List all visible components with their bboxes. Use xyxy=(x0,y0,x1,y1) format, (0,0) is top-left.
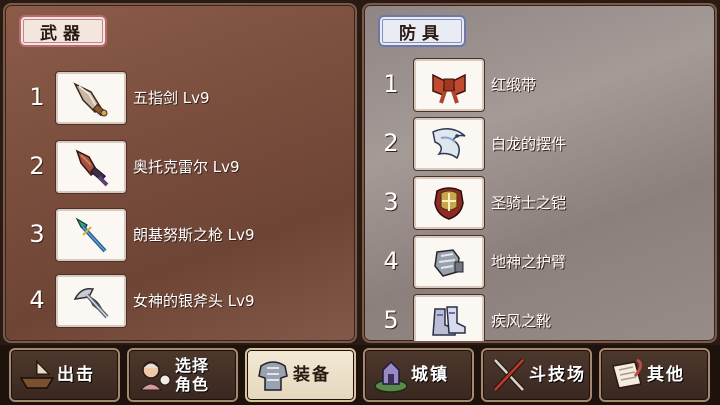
nav-select-character-label: 选择 角色 xyxy=(175,356,209,394)
weapon-name: 五指剑 Lv9 xyxy=(133,89,210,107)
armor-panel: 防具 1 红缎带 2 白龙的摆件 3 圣骑士之铠 4 地神之护臂 5 疾风之靴 xyxy=(362,3,717,343)
nav-select-line2: 角色 xyxy=(175,375,210,394)
crossed-swords-icon xyxy=(489,355,529,395)
armor-title: 防具 xyxy=(378,15,466,47)
red-ribbon-icon xyxy=(432,73,466,104)
silver-axe-icon xyxy=(73,287,109,319)
nav-other-button[interactable]: 其他 xyxy=(599,348,710,402)
weapons-title: 武器 xyxy=(19,15,107,47)
scroll-quill-icon xyxy=(607,355,647,395)
armor-row-5[interactable]: 5 疾风之靴 xyxy=(364,293,715,341)
weapon-slot-number: 3 xyxy=(29,220,45,248)
nav-arena-button[interactable]: 斗技场 xyxy=(481,348,592,402)
weapon-slot-number: 2 xyxy=(29,152,45,180)
weapon-row-4[interactable]: 4 女神的银斧头 Lv9 xyxy=(5,273,355,329)
armor-slot-number: 1 xyxy=(383,70,399,98)
armor-row-3[interactable]: 3 圣骑士之铠 xyxy=(364,175,715,231)
weapon-name: 女神的银斧头 Lv9 xyxy=(133,292,255,310)
armor-name: 疾风之靴 xyxy=(491,312,552,330)
nav-select-character-button[interactable]: 选择 角色 xyxy=(127,348,238,402)
armor-slot-number: 5 xyxy=(383,306,399,334)
armor-slot-number: 3 xyxy=(383,188,399,216)
nav-select-line1: 选择 xyxy=(175,356,210,375)
weapons-panel: 武器 1 五指剑 Lv9 2 奥托克雷尔 Lv9 3 朗基努斯之枪 Lv9 4 … xyxy=(3,3,357,343)
armor-slot-number: 2 xyxy=(383,129,399,157)
nav-equipment-button[interactable]: 装备 xyxy=(245,348,356,402)
armor-icon-box[interactable] xyxy=(414,177,484,229)
armor-icon-box[interactable] xyxy=(414,295,484,341)
bottom-nav: 出击 选择 角色 装备 城镇 斗技场 其他 xyxy=(0,345,720,405)
weapon-row-2[interactable]: 2 奥托克雷尔 Lv9 xyxy=(5,139,355,195)
gauntlet-icon xyxy=(434,249,464,277)
town-icon xyxy=(371,355,411,395)
weapon-slot-number: 1 xyxy=(29,83,45,111)
weapon-name: 奥托克雷尔 Lv9 xyxy=(133,158,240,176)
dagger-icon xyxy=(73,82,108,117)
nav-town-button[interactable]: 城镇 xyxy=(363,348,474,402)
nav-town-label: 城镇 xyxy=(411,364,449,385)
nav-sortie-button[interactable]: 出击 xyxy=(9,348,120,402)
nav-other-label: 其他 xyxy=(647,364,685,385)
armor-icon-box[interactable] xyxy=(414,236,484,288)
weapon-icon-box[interactable] xyxy=(56,275,126,327)
nav-arena-label: 斗技场 xyxy=(529,364,586,385)
armor-name: 白龙的摆件 xyxy=(491,135,567,153)
armor-slot-number: 4 xyxy=(383,247,399,275)
armor-row-1[interactable]: 1 红缎带 xyxy=(364,57,715,113)
weapon-icon-box[interactable] xyxy=(56,141,126,193)
weapon-icon-box[interactable] xyxy=(56,72,126,124)
armor-icon-box[interactable] xyxy=(414,59,484,111)
armor-icon-box[interactable] xyxy=(414,118,484,170)
weapon-row-3[interactable]: 3 朗基努斯之枪 Lv9 xyxy=(5,207,355,263)
character-icon xyxy=(135,355,175,395)
ship-icon xyxy=(17,355,57,395)
armor-row-2[interactable]: 2 白龙的摆件 xyxy=(364,116,715,172)
weapon-row-1[interactable]: 1 五指剑 Lv9 xyxy=(5,70,355,126)
armor-name: 地神之护臂 xyxy=(491,253,567,271)
armor-row-4[interactable]: 4 地神之护臂 xyxy=(364,234,715,290)
boots-icon xyxy=(432,306,466,336)
spear-icon xyxy=(75,217,107,253)
nav-sortie-label: 出击 xyxy=(57,364,95,385)
weapon-name: 朗基努斯之枪 Lv9 xyxy=(133,226,255,244)
weapon-slot-number: 4 xyxy=(29,286,45,314)
paladin-armor-icon xyxy=(434,187,464,220)
armor-icon xyxy=(253,355,293,395)
armor-name: 红缎带 xyxy=(491,76,537,94)
white-dragon-icon xyxy=(432,128,466,160)
armor-name: 圣骑士之铠 xyxy=(491,194,567,212)
nav-equipment-label: 装备 xyxy=(293,364,331,385)
weapon-icon-box[interactable] xyxy=(56,209,126,261)
claw-sword-icon xyxy=(75,149,109,187)
